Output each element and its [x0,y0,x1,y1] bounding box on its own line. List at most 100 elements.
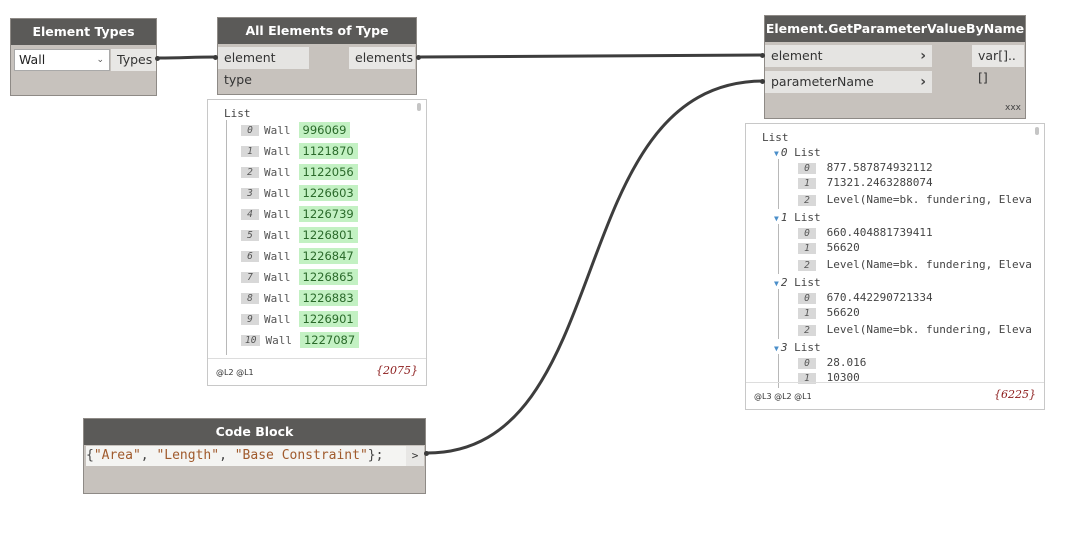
expand-triangle-icon[interactable]: ▼ [774,344,779,353]
get-parameter-node[interactable]: Element.GetParameterValueByName element … [764,15,1026,119]
preview-scrollbar[interactable] [417,103,421,111]
list-root-label: List [224,107,251,120]
code-block-node[interactable]: Code Block {"Area", "Length", "Base Cons… [83,418,426,494]
list-item: 2 Level(Name=bk. fundering, Eleva [798,322,1032,337]
get-parameter-preview[interactable]: List ▼ 0 List 0 877.587874932112 1 71321.24… [745,123,1045,410]
sublist-header[interactable]: ▼ 1 List [774,210,821,225]
element-id[interactable]: 1226801 [298,227,358,243]
element-id[interactable]: 1226865 [298,269,358,285]
lacing-indicator[interactable]: xxx [1005,103,1021,113]
element-category: Wall [264,144,291,158]
wire-elements-to-element[interactable] [418,53,765,59]
list-item: 0 28.016 [798,355,866,370]
list-item: 5 Wall 1226801 [241,227,358,243]
list-item: 0 877.587874932112 [798,160,933,175]
list-item: 6 Wall 1226847 [241,248,358,264]
list-levels[interactable]: @L3 @L2 @L1 [754,392,812,401]
chevron-down-icon[interactable]: ⌄ [96,50,104,70]
element-id[interactable]: 996069 [298,122,351,138]
element-types-node[interactable]: Element Types Wall ⌄ Types [10,18,157,96]
list-item: 7 Wall 1226865 [241,269,358,285]
all-elements-preview[interactable]: List 0 Wall 996069 1 Wall 1121870 2 Wall 1122056… [207,99,427,386]
element-id[interactable]: 1226901 [298,311,358,327]
parameter-value: Level(Name=bk. fundering, Eleva [826,258,1032,271]
element-category: Wall [264,270,291,284]
chevron-right-icon[interactable]: › [920,71,926,93]
parameter-value: 56620 [826,306,860,319]
parameter-value: 670.442290721334 [826,291,933,304]
code-output-dot[interactable] [424,451,429,456]
element-type-input-dot[interactable] [213,55,218,60]
parameter-value: Level(Name=bk. fundering, Eleva [826,323,1032,336]
element-category: Wall [264,228,291,242]
element-input-dot[interactable] [760,53,765,58]
wire-code-to-parametername[interactable] [426,79,765,455]
preview-scrollbar[interactable] [1035,127,1039,135]
node-title[interactable]: All Elements of Type [218,18,416,44]
element-id[interactable]: 1227087 [299,332,360,348]
elements-output-port[interactable]: elements [349,47,415,69]
parameter-value: Level(Name=bk. fundering, Eleva [826,193,1032,206]
sublist-header[interactable]: ▼ 0 List [774,145,821,160]
chevron-right-icon[interactable]: › [920,45,926,67]
port-label: element [771,48,823,63]
types-output-dot[interactable] [155,56,160,61]
element-category: Wall [265,333,292,347]
list-item: 0 660.404881739411 [798,225,933,240]
parametername-input-port[interactable]: parameterName › [765,71,932,93]
node-title[interactable]: Code Block [84,419,425,445]
expand-triangle-icon[interactable]: ▼ [774,214,779,223]
element-id[interactable]: 1226847 [298,248,358,264]
sublist-header[interactable]: ▼ 2 List [774,275,821,290]
elements-output-dot[interactable] [416,55,421,60]
list-item: 9 Wall 1226901 [241,311,358,327]
sublist-label: List [794,211,821,224]
sublist-label: List [794,276,821,289]
sublist-label: List [794,341,821,354]
list-index: 0 [798,292,816,304]
sublist-index: 0 [780,146,788,159]
all-elements-node[interactable]: All Elements of Type element type elemen… [217,17,417,95]
element-category: Wall [264,186,291,200]
code-brace: }; [367,448,384,463]
list-levels[interactable]: @L2 @L1 [216,368,254,377]
element-id[interactable]: 1226883 [298,290,358,306]
code-string-length: "Length" [156,448,220,463]
parameter-value: 71321.2463288074 [826,176,933,189]
element-id[interactable]: 1121870 [298,143,358,159]
wire-types-to-element-type[interactable] [157,55,218,60]
list-index: 2 [241,166,259,178]
list-item: 0 Wall 996069 [241,122,351,138]
tree-line [778,159,779,209]
list-index: 6 [241,250,259,262]
list-index: 2 [798,259,816,271]
list-index: 0 [798,357,816,369]
code-separator: , [140,448,157,463]
element-type-dropdown[interactable]: Wall ⌄ [14,49,110,71]
list-index: 0 [798,162,816,174]
element-type-input-port[interactable]: element type [218,47,309,87]
preview-footer: @L3 @L2 @L1 {6225} [746,382,1044,409]
sublist-index: 3 [780,341,788,354]
code-output-port[interactable]: > [406,446,424,466]
list-index: 9 [241,313,259,325]
node-title[interactable]: Element.GetParameterValueByName [765,16,1025,42]
expand-triangle-icon[interactable]: ▼ [774,279,779,288]
code-brace: { [86,448,94,463]
sublist-header[interactable]: ▼ 3 List [774,340,821,355]
var-output-port[interactable]: var[]..[] [972,45,1024,85]
code-separator: , [219,448,235,463]
list-index: 0 [241,124,259,136]
element-id[interactable]: 1122056 [298,164,358,180]
element-category: Wall [264,165,291,179]
element-category: Wall [264,207,291,221]
types-output-port[interactable]: Types [111,49,156,71]
element-id[interactable]: 1226603 [298,185,358,201]
list-item: 1 Wall 1121870 [241,143,358,159]
parametername-input-dot[interactable] [760,79,765,84]
expand-triangle-icon[interactable]: ▼ [774,149,779,158]
element-id[interactable]: 1226739 [298,206,358,222]
code-editor[interactable]: {"Area", "Length", "Base Constraint"}; [86,446,406,466]
node-title[interactable]: Element Types [11,19,156,45]
element-input-port[interactable]: element › [765,45,932,67]
